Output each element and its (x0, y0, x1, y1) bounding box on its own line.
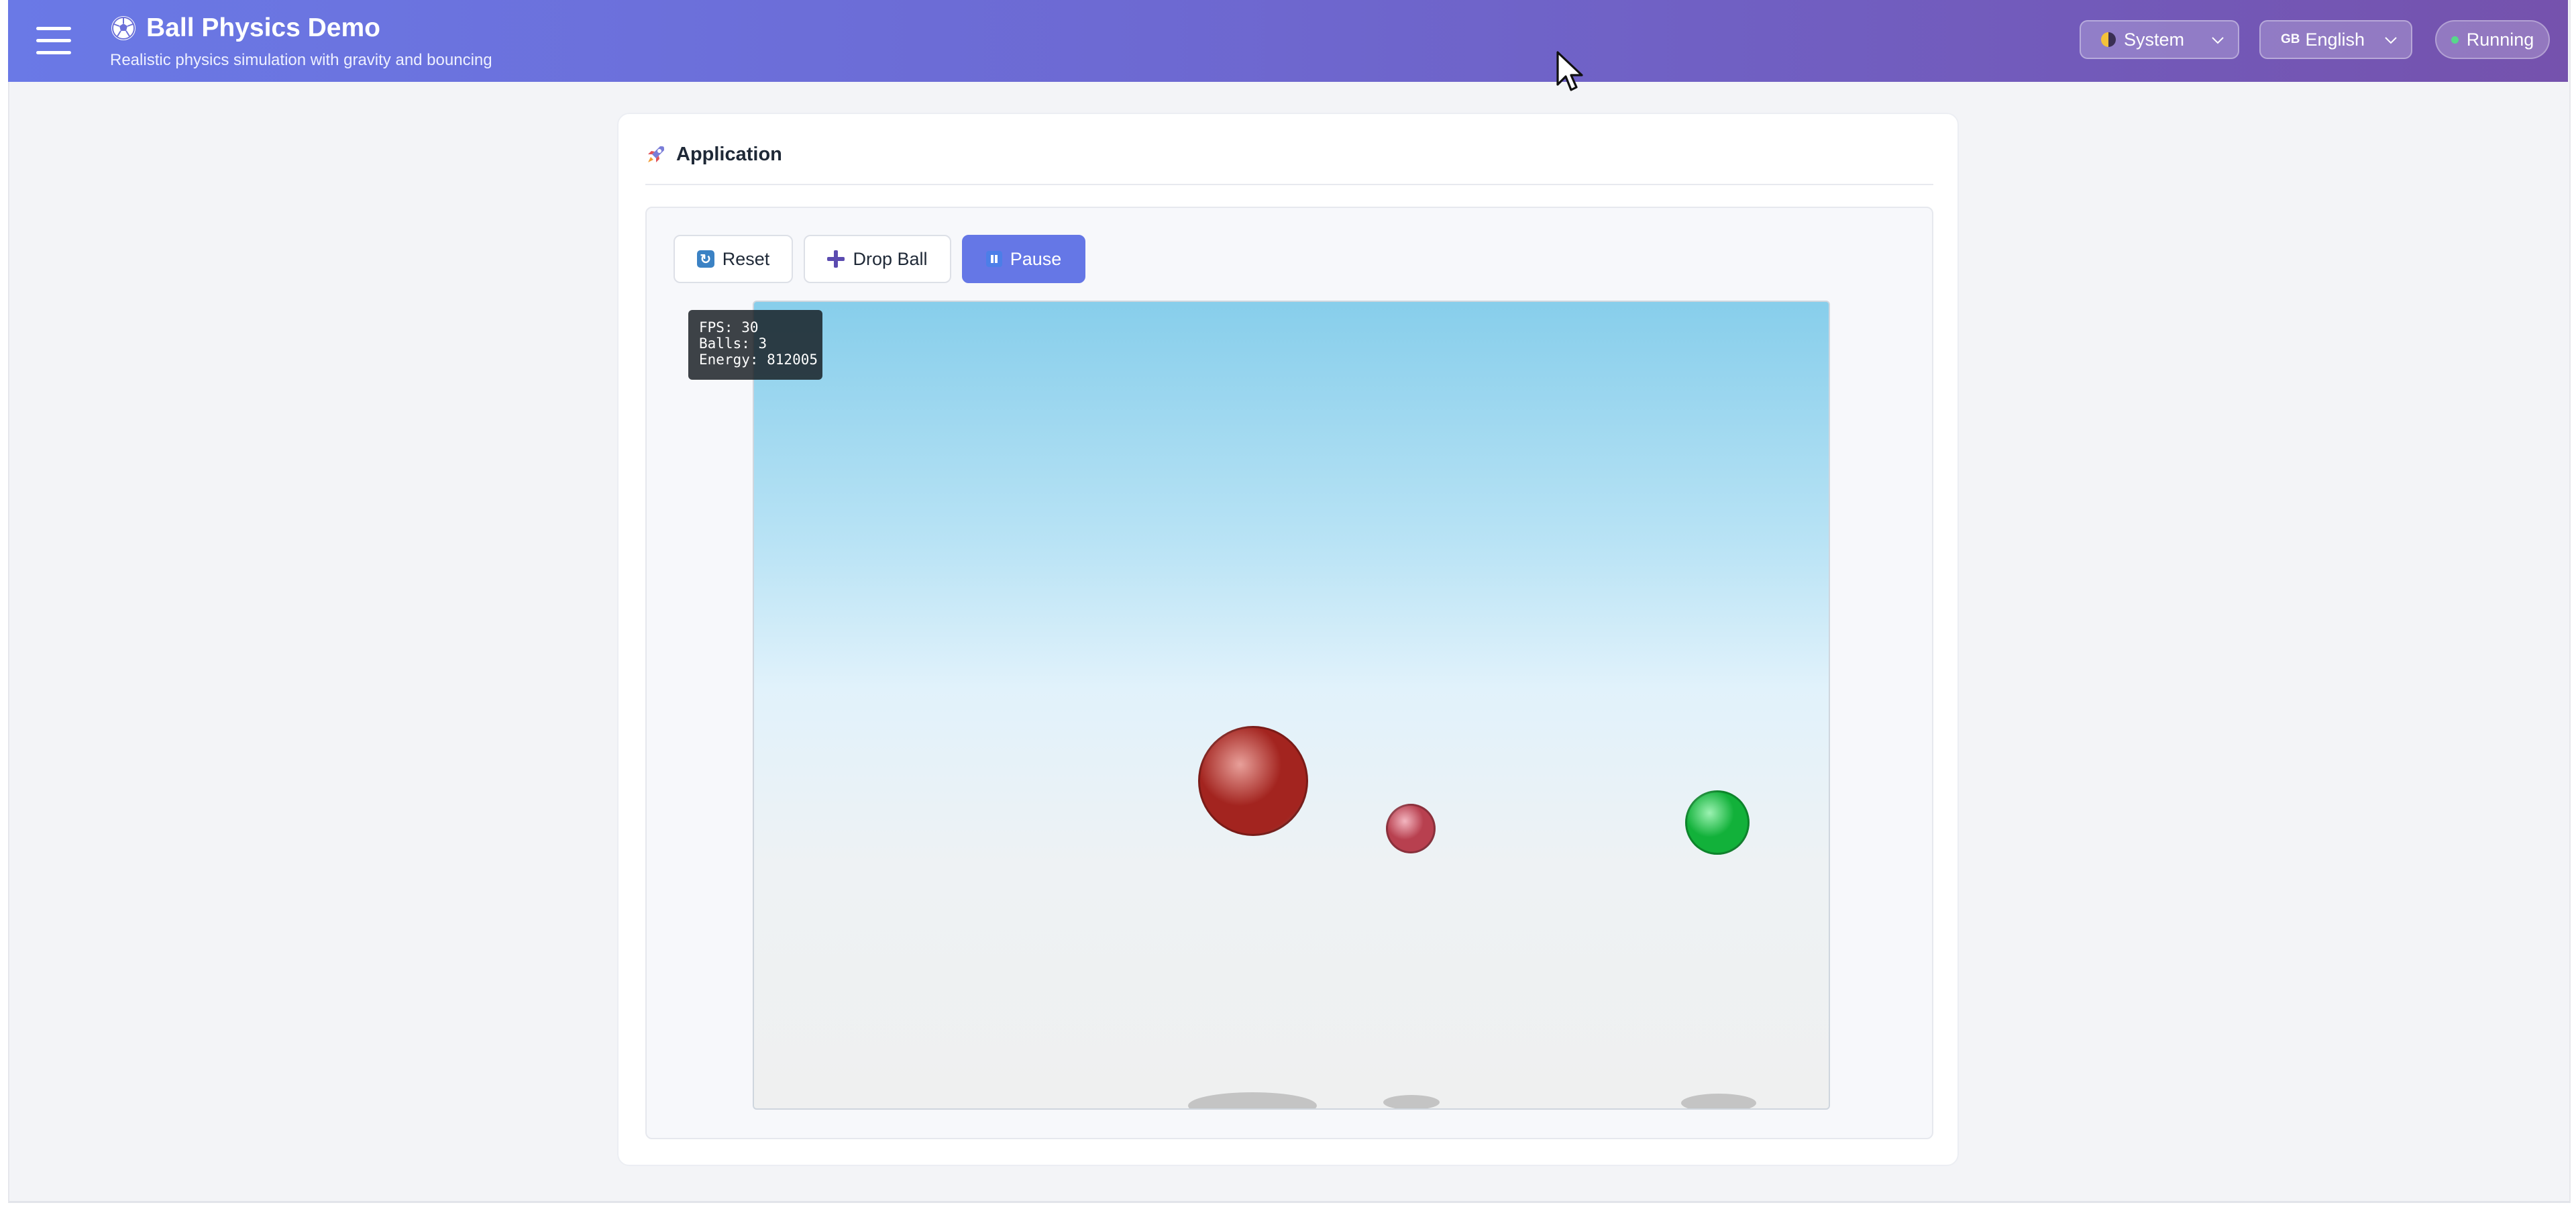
reset-label: Reset (722, 248, 770, 269)
theme-select[interactable]: System (2080, 20, 2239, 59)
app-subtitle: Realistic physics simulation with gravit… (110, 51, 492, 69)
app-title-text: Ball Physics Demo (146, 13, 380, 42)
drop-ball-button[interactable]: Drop Ball (804, 235, 951, 283)
pause-icon (985, 251, 1002, 267)
mouse-cursor-icon (1556, 51, 1583, 91)
physics-ball (1386, 804, 1436, 853)
ball-shadow (1383, 1095, 1440, 1108)
chevron-down-icon (2212, 37, 2224, 44)
fps-readout: FPS: 30 (699, 319, 759, 335)
card-header: Application (645, 144, 1933, 185)
app-title: Ball Physics Demo (110, 13, 380, 43)
soccer-ball-icon (111, 16, 136, 40)
energy-readout: Energy: 812005 (699, 352, 818, 368)
ball-shadow (1681, 1094, 1756, 1108)
app-header: Ball Physics Demo Realistic physics simu… (8, 0, 2568, 82)
drop-ball-label: Drop Ball (853, 248, 928, 269)
theme-select-value: System (2124, 29, 2185, 50)
rocket-icon (648, 146, 664, 162)
pause-label: Pause (1010, 248, 1062, 269)
balls-readout: Balls: 3 (699, 335, 767, 352)
physics-ball (1685, 790, 1750, 855)
pause-button[interactable]: Pause (962, 235, 1085, 283)
physics-ball (1198, 726, 1308, 836)
application-card: Application ↻ Reset Drop Ball Pause FPS:… (617, 113, 1959, 1166)
stats-overlay: FPS: 30 Balls: 3 Energy: 812005 (688, 310, 822, 380)
language-select[interactable]: GB English (2259, 20, 2412, 59)
ball-shadow (1188, 1092, 1317, 1108)
plus-icon (827, 250, 845, 268)
chevron-down-icon (2385, 37, 2397, 44)
refresh-icon: ↻ (696, 250, 714, 268)
simulation-panel: ↻ Reset Drop Ball Pause FPS: 30 Balls: 3E… (645, 207, 1933, 1139)
status-badge: Running (2435, 20, 2550, 59)
reset-button[interactable]: ↻ Reset (674, 235, 793, 283)
status-dot-icon (2451, 36, 2459, 44)
card-title: Application (676, 144, 782, 165)
simulation-canvas[interactable] (753, 301, 1830, 1110)
menu-icon[interactable] (28, 23, 79, 59)
status-text: Running (2466, 29, 2534, 50)
flag-gb-icon: GB (2281, 32, 2300, 46)
half-moon-icon (2101, 32, 2116, 47)
language-select-value: English (2305, 29, 2365, 50)
